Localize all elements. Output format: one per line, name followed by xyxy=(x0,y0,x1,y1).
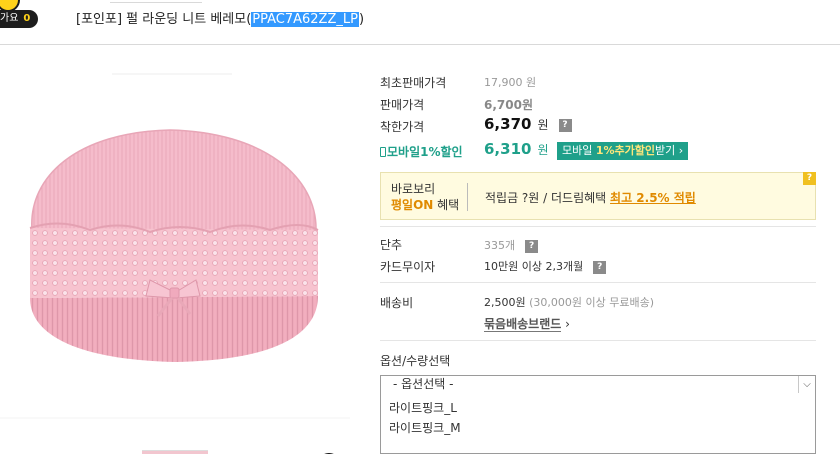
good-price-value: 6,370 xyxy=(484,115,532,133)
divider xyxy=(380,226,816,227)
weekday-benefit-box: 바로보리 평일ON 혜택 적립금 ?원 / 더드림혜택 최고 2.5% 적립 ? xyxy=(380,172,816,220)
shipping-fee: 2,500원 xyxy=(484,296,526,309)
option-dropdown-list: 라이트핑크_L 라이트핑크_M xyxy=(380,393,816,454)
product-image-area: + xyxy=(0,58,350,454)
option-section-title: 옵션/수량선택 xyxy=(380,354,451,368)
option-select[interactable]: - 옵션선택 - ⌵ xyxy=(380,375,816,394)
sale-price-value: 6,700원 xyxy=(484,98,533,112)
mobile-price-unit: 원 xyxy=(537,143,549,157)
sale-price-label: 판매가격 xyxy=(380,98,425,112)
option-item[interactable]: 라이트핑크_L xyxy=(389,399,457,416)
thumbnail-image[interactable] xyxy=(142,450,208,454)
divider xyxy=(380,282,816,283)
option-select-value: - 옵션선택 - xyxy=(393,377,454,391)
mobile-phone-icon xyxy=(380,147,386,157)
card-installment-value: 10만원 이상 2,3개월 xyxy=(484,260,584,273)
product-code-selected[interactable]: PPAC7A62ZZ_LP xyxy=(251,12,359,27)
benefit-help-icon[interactable]: ? xyxy=(803,172,816,185)
stock-help-icon[interactable]: ? xyxy=(525,239,539,253)
help-icon[interactable]: ? xyxy=(558,119,572,132)
shipping-value-wrap: 2,500원 (30,000원 이상 무료배송) xyxy=(484,294,654,310)
good-price-label: 착한가격 xyxy=(380,120,425,134)
cart-count-pill: 가요 0 xyxy=(0,10,38,28)
mobile-price-wrap: 6,310 원 xyxy=(484,140,549,158)
page-title: [포인포] 펄 라운딩 니트 베레모(PPAC7A62ZZ_LP) xyxy=(76,12,365,27)
mobile-price-value: 6,310 xyxy=(484,140,532,158)
bundle-shipping-link[interactable]: 묶음배송브랜드 xyxy=(484,317,562,332)
benefit-text: 적립금 ?원 / 더드림혜택 최고 2.5% 적립 xyxy=(485,191,696,205)
cart-count: 0 xyxy=(23,13,31,24)
stock-label: 단추 xyxy=(380,238,403,252)
card-help-icon[interactable]: ? xyxy=(593,260,607,274)
bundle-shipping-wrap: 묶음배송브랜드 › xyxy=(484,315,570,332)
product-header: 가요 0 [포인포] 펄 라운딩 니트 베레모(PPAC7A62ZZ_LP) xyxy=(0,0,840,45)
max-reward-link[interactable]: 최고 2.5% 적립 xyxy=(610,191,696,205)
shipping-label: 배송비 xyxy=(380,296,414,310)
card-installment-value-wrap: 10만원 이상 2,3개월? xyxy=(484,258,607,274)
stock-value-wrap: 335개? xyxy=(484,237,539,253)
original-price-label: 최초판매가격 xyxy=(380,76,447,90)
chevron-down-icon[interactable]: ⌵ xyxy=(798,376,815,393)
tab-edge xyxy=(110,0,202,3)
option-item[interactable]: 라이트핑크_M xyxy=(389,419,461,436)
beret-image[interactable] xyxy=(0,58,350,448)
good-price-unit: 원 xyxy=(537,118,549,132)
cart-badge[interactable]: 가요 0 xyxy=(0,0,38,34)
benefit-divider xyxy=(467,183,468,211)
benefit-title: 바로보리 평일ON 혜택 xyxy=(391,182,460,212)
original-price-value: 17,900 원 xyxy=(484,76,537,89)
divider xyxy=(380,340,816,341)
mobile-discount-label: 모바일1%할인 xyxy=(380,143,463,160)
good-price-value-wrap: 6,370 원? xyxy=(484,115,572,133)
mobile-extra-discount-button[interactable]: 모바일 1%추가할인받기 › xyxy=(557,142,689,160)
stock-value: 335개 xyxy=(484,239,516,252)
chevron-right-icon: › xyxy=(565,317,570,331)
card-installment-label: 카드무이자 xyxy=(380,260,436,274)
shipping-note: (30,000원 이상 무료배송) xyxy=(525,296,655,309)
